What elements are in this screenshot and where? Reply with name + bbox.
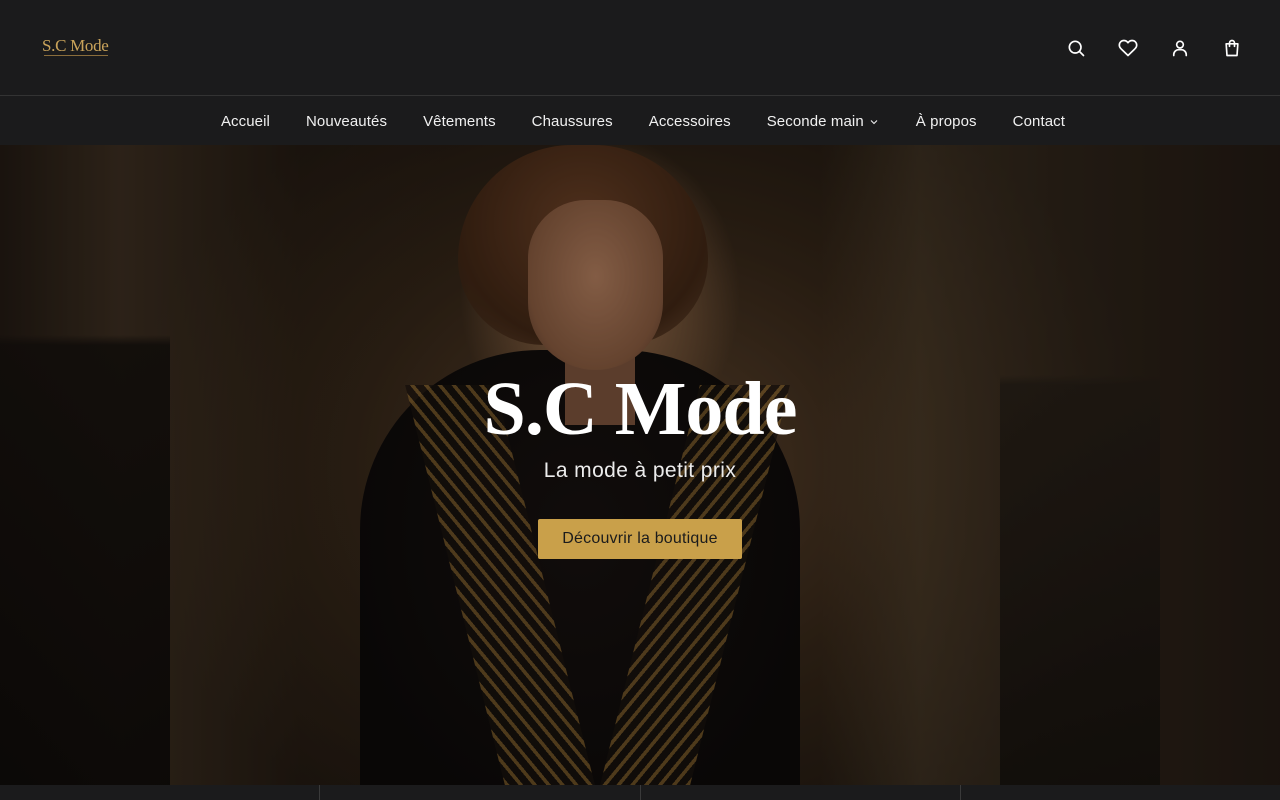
header-actions bbox=[1066, 36, 1242, 60]
shopping-bag-icon[interactable] bbox=[1222, 36, 1242, 60]
hero-subtitle: La mode à petit prix bbox=[543, 459, 737, 482]
logo-text: S.C Mode bbox=[42, 36, 109, 55]
nav-item-chaussures[interactable]: Chaussures bbox=[532, 113, 613, 130]
heart-icon[interactable] bbox=[1118, 36, 1138, 60]
feature-cell bbox=[0, 785, 321, 800]
feature-cell bbox=[961, 785, 1280, 800]
site-header: S.C Mode bbox=[0, 0, 1280, 96]
nav-item-nouveautes[interactable]: Nouveautés bbox=[306, 113, 387, 130]
feature-strip bbox=[0, 785, 1280, 800]
nav-item-vetements[interactable]: Vêtements bbox=[423, 113, 496, 130]
feature-cell bbox=[320, 785, 641, 800]
nav-item-contact[interactable]: Contact bbox=[1013, 113, 1065, 130]
nav-item-accessoires[interactable]: Accessoires bbox=[649, 113, 731, 130]
nav-item-seconde-main[interactable]: Seconde main bbox=[767, 113, 880, 130]
user-icon[interactable] bbox=[1170, 36, 1190, 60]
hero-banner: S.C Mode La mode à petit prix Découvrir … bbox=[0, 145, 1280, 785]
nav-item-seconde-main-label: Seconde main bbox=[766, 112, 864, 130]
chevron-down-icon bbox=[868, 115, 880, 127]
main-nav: Accueil Nouveautés Vêtements Chaussures … bbox=[0, 97, 1280, 145]
nav-item-accueil[interactable]: Accueil bbox=[221, 113, 270, 130]
logo-underline bbox=[44, 55, 108, 56]
feature-cell bbox=[641, 785, 961, 800]
nav-item-a-propos[interactable]: À propos bbox=[916, 113, 977, 130]
search-icon[interactable] bbox=[1066, 36, 1086, 60]
discover-shop-button[interactable]: Découvrir la boutique bbox=[538, 519, 742, 559]
hero-title: S.C Mode bbox=[483, 367, 798, 451]
site-logo[interactable]: S.C Mode bbox=[42, 36, 112, 60]
